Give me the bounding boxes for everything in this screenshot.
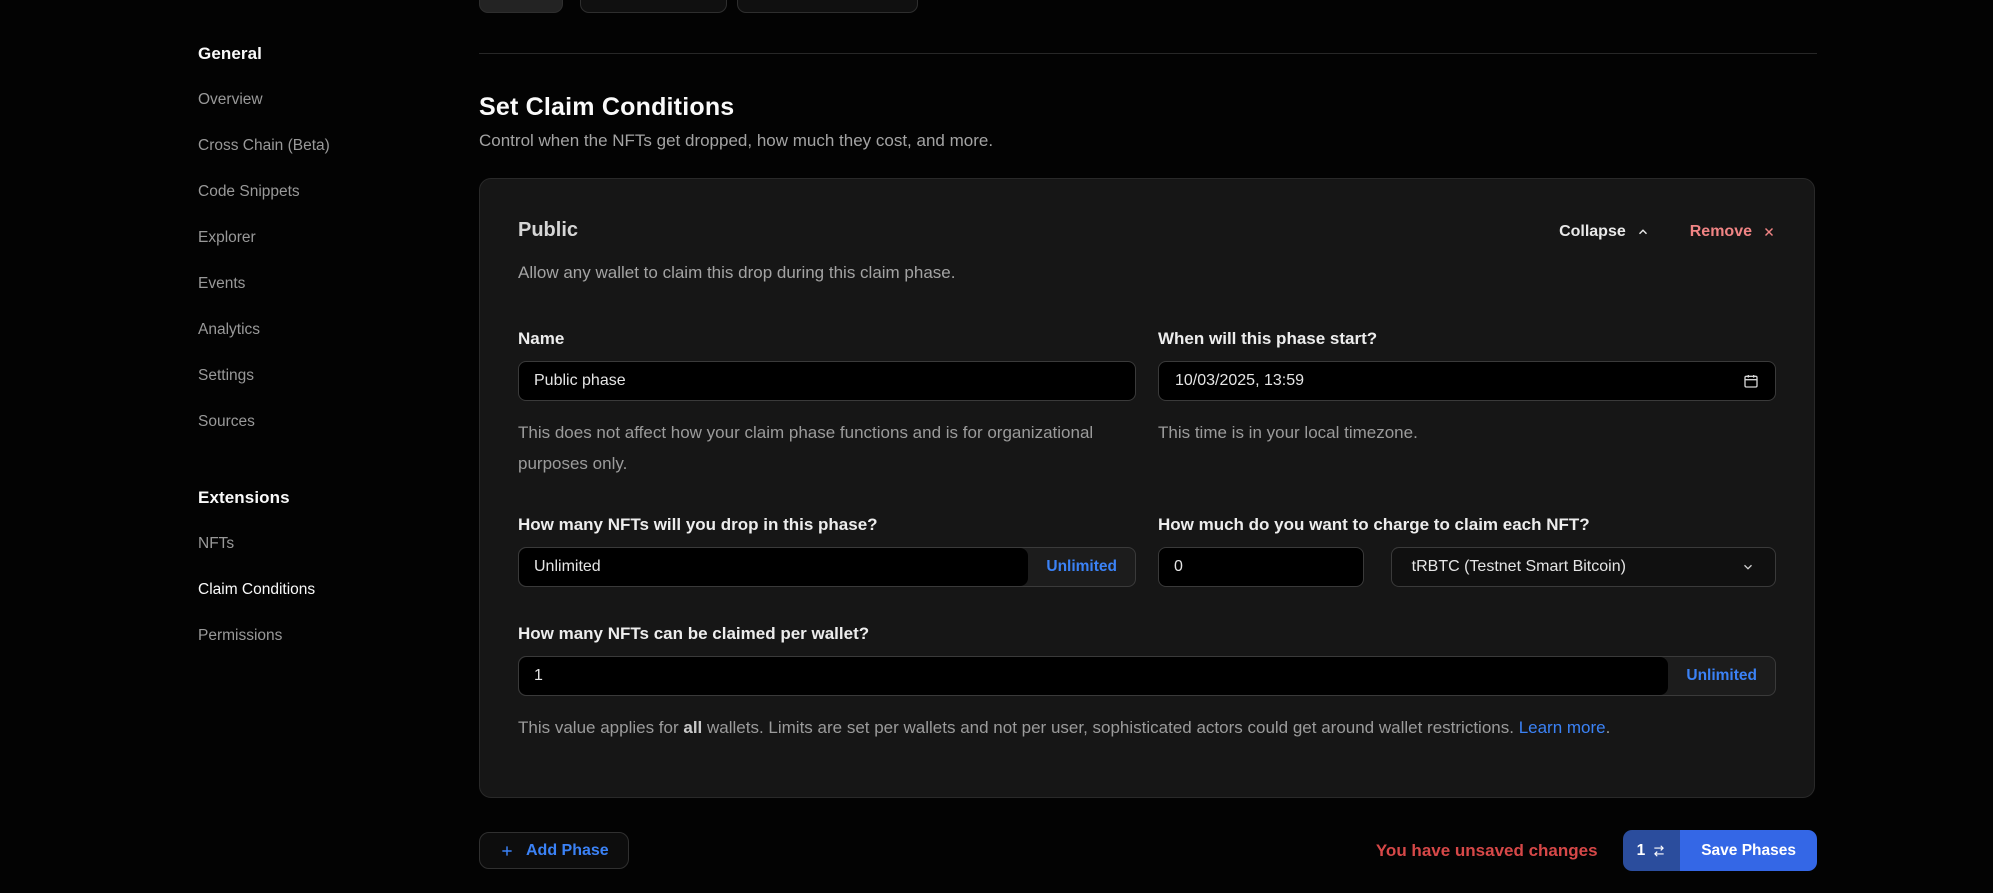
per-wallet-input[interactable]: 1 <box>519 657 1668 695</box>
sidebar-section-gap <box>198 458 428 488</box>
calendar-icon[interactable] <box>1743 373 1759 389</box>
sidebar-item-nfts[interactable]: NFTs <box>198 534 428 553</box>
name-input-value: Public phase <box>534 372 626 390</box>
supply-input-group: Unlimited Unlimited <box>518 547 1136 587</box>
supply-field-group: How many NFTs will you drop in this phas… <box>518 515 1136 587</box>
main-content: 0xeDe...4d6e5 Rootstock Blockscout Set C… <box>479 0 1817 893</box>
start-time-input[interactable]: 10/03/2025, 13:59 <box>1158 361 1776 401</box>
per-wallet-input-value: 1 <box>534 667 543 685</box>
supply-label: How many NFTs will you drop in this phas… <box>518 515 1136 535</box>
contract-sidebar: General Overview Cross Chain (Beta) Code… <box>198 44 428 672</box>
price-amount-value: 0 <box>1174 558 1183 576</box>
sidebar-item-analytics[interactable]: Analytics <box>198 320 428 339</box>
collapse-button[interactable]: Collapse <box>1559 223 1650 241</box>
name-helper-text: This does not affect how your claim phas… <box>518 417 1136 479</box>
price-amount-input[interactable]: 0 <box>1158 547 1364 587</box>
helper-prefix: This value applies for <box>518 718 683 737</box>
copy-icon <box>594 0 608 1</box>
section-divider <box>479 53 1817 54</box>
collapse-label: Collapse <box>1559 223 1626 241</box>
close-icon <box>1762 225 1776 239</box>
sidebar-item-events[interactable]: Events <box>198 274 428 293</box>
currency-selected-value: tRBTC (Testnet Smart Bitcoin) <box>1412 558 1626 576</box>
transaction-count-value: 1 <box>1637 842 1646 860</box>
helper-end: . <box>1606 718 1611 737</box>
start-time-value: 10/03/2025, 13:59 <box>1175 372 1304 390</box>
claim-conditions-footer: Add Phase You have unsaved changes 1 Sav… <box>479 830 1817 871</box>
claim-phase-card: Public Allow any wallet to claim this dr… <box>479 178 1815 798</box>
start-time-helper-text: This time is in your local timezone. <box>1158 417 1776 448</box>
add-phase-label: Add Phase <box>526 842 609 860</box>
clipped-header-button[interactable] <box>479 0 563 13</box>
block-explorer-label: Rootstock Blockscout <box>751 0 899 2</box>
transaction-count-button[interactable]: 1 <box>1623 830 1681 871</box>
block-explorer-tag[interactable]: Rootstock Blockscout <box>737 0 918 13</box>
chevron-up-icon <box>1636 225 1650 239</box>
sidebar-item-sources[interactable]: Sources <box>198 412 428 431</box>
learn-more-link[interactable]: Learn more <box>1519 718 1606 737</box>
per-wallet-field-group: How many NFTs can be claimed per wallet?… <box>518 624 1776 743</box>
sidebar-item-overview[interactable]: Overview <box>198 90 428 109</box>
page-subtitle: Control when the NFTs get dropped, how m… <box>479 131 993 151</box>
sidebar-item-explorer[interactable]: Explorer <box>198 228 428 247</box>
start-time-field-group: When will this phase start? 10/03/2025, … <box>1158 329 1776 479</box>
price-field-group: How much do you want to charge to claim … <box>1158 515 1776 587</box>
remove-label: Remove <box>1690 223 1752 241</box>
phase-card-actions: Collapse Remove <box>1559 223 1776 241</box>
per-wallet-input-group: 1 Unlimited <box>518 656 1776 696</box>
remove-button[interactable]: Remove <box>1690 223 1776 241</box>
contract-address-tag[interactable]: 0xeDe...4d6e5 <box>580 0 727 13</box>
save-split-button: 1 Save Phases <box>1623 830 1817 871</box>
supply-input-value: Unlimited <box>534 558 601 576</box>
phase-description: Allow any wallet to claim this drop duri… <box>518 263 955 283</box>
currency-select[interactable]: tRBTC (Testnet Smart Bitcoin) <box>1391 547 1776 587</box>
contract-address-label: 0xeDe...4d6e5 <box>617 0 710 2</box>
add-phase-button[interactable]: Add Phase <box>479 832 629 869</box>
sidebar-item-settings[interactable]: Settings <box>198 366 428 385</box>
price-label: How much do you want to charge to claim … <box>1158 515 1776 535</box>
name-label: Name <box>518 329 1136 349</box>
helper-bold: all <box>683 718 702 737</box>
per-wallet-label: How many NFTs can be claimed per wallet? <box>518 624 1776 644</box>
per-wallet-unlimited-button[interactable]: Unlimited <box>1668 667 1775 685</box>
chevron-down-icon <box>1741 560 1755 574</box>
supply-input[interactable]: Unlimited <box>519 548 1028 586</box>
save-phases-button[interactable]: Save Phases <box>1680 830 1817 871</box>
sidebar-heading-extensions: Extensions <box>198 488 428 508</box>
helper-suffix: wallets. Limits are set per wallets and … <box>702 718 1518 737</box>
unsaved-changes-text: You have unsaved changes <box>1376 841 1598 861</box>
name-input[interactable]: Public phase <box>518 361 1136 401</box>
phase-card-heading: Public Allow any wallet to claim this dr… <box>518 219 955 283</box>
sidebar-heading-general: General <box>198 44 428 64</box>
page-title: Set Claim Conditions <box>479 93 734 122</box>
start-time-label: When will this phase start? <box>1158 329 1776 349</box>
sidebar-item-code-snippets[interactable]: Code Snippets <box>198 182 428 201</box>
sidebar-item-permissions[interactable]: Permissions <box>198 626 428 645</box>
plus-icon <box>499 843 515 859</box>
phase-title: Public <box>518 219 955 242</box>
supply-unlimited-button[interactable]: Unlimited <box>1028 558 1135 576</box>
sidebar-item-claim-conditions[interactable]: Claim Conditions <box>198 580 428 599</box>
name-field-group: Name Public phase This does not affect h… <box>518 329 1136 479</box>
swap-arrows-icon <box>1652 844 1666 858</box>
save-phases-label: Save Phases <box>1701 842 1796 860</box>
sidebar-item-cross-chain[interactable]: Cross Chain (Beta) <box>198 136 428 155</box>
per-wallet-helper-text: This value applies for all wallets. Limi… <box>518 712 1776 743</box>
